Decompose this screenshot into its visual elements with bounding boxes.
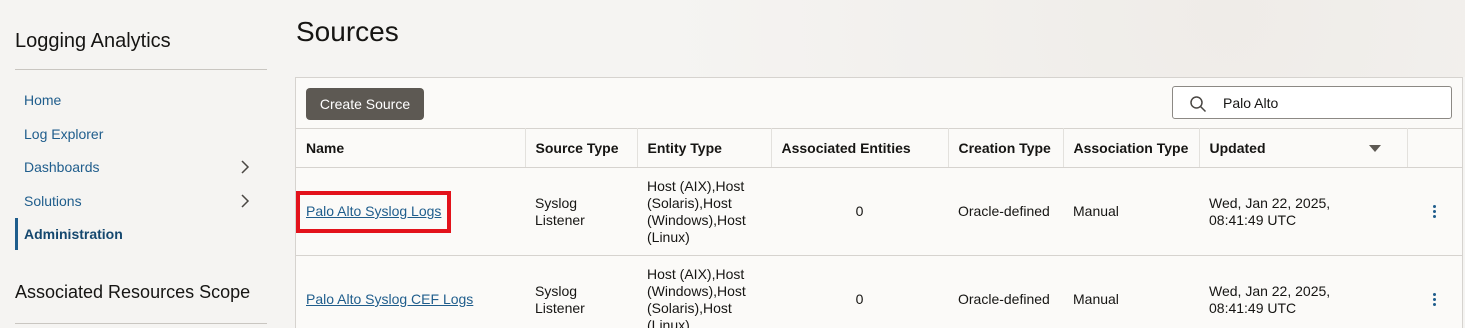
column-header-associated-entities[interactable]: Associated Entities <box>771 128 949 168</box>
sidebar-item-label: Dashboards <box>24 159 100 175</box>
updated-line: 08:41:49 UTC <box>1209 299 1297 316</box>
table-header-row: Name Source Type Entity Type Associated … <box>296 128 1462 168</box>
table-row: Palo Alto Syslog Logs Syslog Listener Ho… <box>296 167 1462 256</box>
row-actions-kebab-icon[interactable] <box>1417 205 1452 218</box>
cell-updated: Wed, Jan 22, 2025, 08:41:49 UTC <box>1199 167 1407 256</box>
updated-line: 08:41:49 UTC <box>1209 211 1297 228</box>
page-title: Sources <box>296 16 399 47</box>
entity-type-line: (Linux) <box>647 316 690 328</box>
search-input[interactable]: Palo Alto <box>1172 86 1452 119</box>
sort-descending-icon[interactable] <box>1368 145 1381 152</box>
cell-associated-entities: 0 <box>771 255 948 328</box>
source-type-line: Syslog <box>535 194 578 211</box>
create-source-button[interactable]: Create Source <box>306 88 424 120</box>
source-type-line: Listener <box>535 211 585 228</box>
sources-panel: Create Source Palo Alto Name Source Type… <box>295 77 1463 328</box>
cell-association-type: Manual <box>1063 255 1199 328</box>
cell-actions <box>1407 167 1462 256</box>
sidebar-item-label: Log Explorer <box>24 126 104 142</box>
sidebar-item-label: Home <box>24 92 62 108</box>
cell-entity-type: Host (AIX),Host (Windows),Host (Solaris)… <box>637 255 771 328</box>
cell-association-type: Manual <box>1063 167 1199 256</box>
chevron-right-icon <box>241 194 250 208</box>
source-type-line: Syslog <box>535 282 578 299</box>
column-header-source-type[interactable]: Source Type <box>525 128 638 168</box>
entity-type-line: Host (AIX),Host <box>647 177 745 194</box>
entity-type-line: (Windows),Host <box>647 211 746 228</box>
column-header-actions <box>1407 128 1462 168</box>
sidebar-divider <box>15 323 267 324</box>
header-background <box>280 0 1465 77</box>
sidebar-item-solutions[interactable]: Solutions <box>15 185 267 217</box>
cell-source-type: Syslog Listener <box>525 255 637 328</box>
sidebar-item-dashboards[interactable]: Dashboards <box>15 151 267 183</box>
table-row: Palo Alto Syslog CEF Logs Syslog Listene… <box>296 255 1462 328</box>
app-title: Logging Analytics <box>15 30 171 52</box>
cell-source-type: Syslog Listener <box>525 167 637 256</box>
column-header-name[interactable]: Name <box>296 128 526 168</box>
updated-line: Wed, Jan 22, 2025, <box>1209 282 1331 299</box>
cell-creation-type: Oracle-defined <box>948 255 1063 328</box>
updated-line: Wed, Jan 22, 2025, <box>1209 194 1331 211</box>
chevron-right-icon <box>241 160 250 174</box>
cell-actions <box>1407 255 1462 328</box>
entity-type-line: (Linux) <box>647 228 690 245</box>
row-actions-kebab-icon[interactable] <box>1417 293 1452 306</box>
sidebar-divider <box>15 69 267 70</box>
search-value: Palo Alto <box>1223 95 1279 111</box>
column-header-association-type[interactable]: Association Type <box>1063 128 1200 168</box>
entity-type-line: (Windows),Host <box>647 282 746 299</box>
source-link[interactable]: Palo Alto Syslog CEF Logs <box>306 291 473 307</box>
cell-name: Palo Alto Syslog Logs <box>296 167 525 256</box>
entity-type-line: Host (AIX),Host <box>647 265 745 282</box>
sidebar: Logging Analytics Home Log Explorer Dash… <box>0 0 280 328</box>
entity-type-line: (Solaris),Host <box>647 194 732 211</box>
search-icon <box>1190 96 1207 113</box>
cell-entity-type: Host (AIX),Host (Solaris),Host (Windows)… <box>637 167 771 256</box>
cell-updated: Wed, Jan 22, 2025, 08:41:49 UTC <box>1199 255 1407 328</box>
sidebar-item-log-explorer[interactable]: Log Explorer <box>15 118 267 150</box>
cell-associated-entities: 0 <box>771 167 948 256</box>
sidebar-item-administration[interactable]: Administration <box>15 218 267 250</box>
cell-creation-type: Oracle-defined <box>948 167 1063 256</box>
column-header-entity-type[interactable]: Entity Type <box>637 128 772 168</box>
column-header-updated-label: Updated <box>1209 140 1266 156</box>
sidebar-item-label: Solutions <box>24 193 82 209</box>
source-link[interactable]: Palo Alto Syslog Logs <box>306 203 441 219</box>
sidebar-item-label: Administration <box>24 226 123 242</box>
column-header-updated[interactable]: Updated <box>1199 128 1408 168</box>
column-header-creation-type[interactable]: Creation Type <box>948 128 1064 168</box>
entity-type-line: (Solaris),Host <box>647 299 732 316</box>
source-type-line: Listener <box>535 299 585 316</box>
sources-table: Name Source Type Entity Type Associated … <box>296 128 1462 328</box>
scope-title: Associated Resources Scope <box>15 282 251 302</box>
cell-name: Palo Alto Syslog CEF Logs <box>296 255 525 328</box>
sidebar-item-home[interactable]: Home <box>15 84 267 116</box>
